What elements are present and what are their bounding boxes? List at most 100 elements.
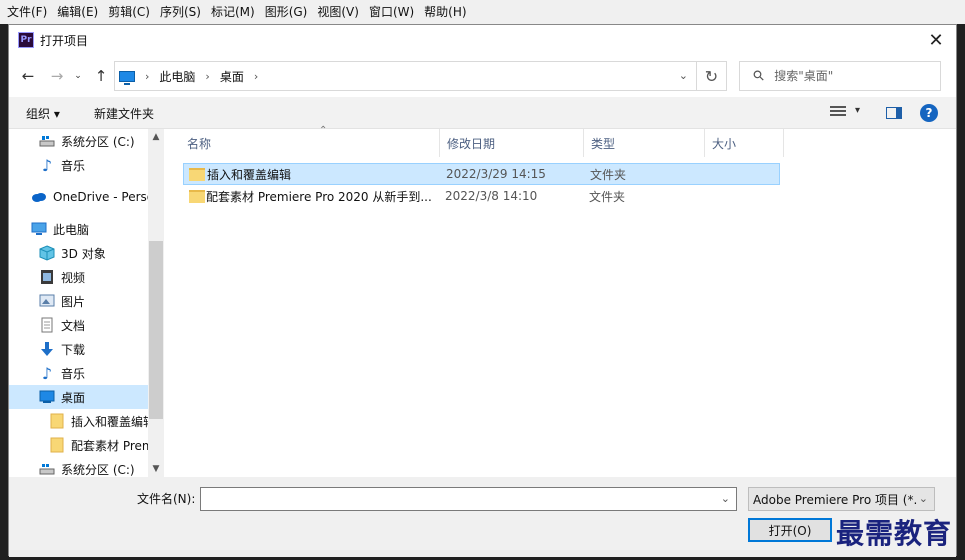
folder-icon bbox=[49, 437, 65, 453]
file-type-chevron-icon: ⌄ bbox=[918, 492, 928, 505]
address-bar[interactable]: › 此电脑 › 桌面 › ⌄ bbox=[114, 61, 697, 91]
refresh-icon[interactable]: ↻ bbox=[697, 61, 727, 91]
file-name: 配套素材 Premiere Pro 2020 从新手到... bbox=[206, 189, 432, 204]
file-list: 名称 ⌃ 修改日期 类型 大小 插入和覆盖编辑 2022/3/29 14:15 … bbox=[164, 125, 956, 477]
nav-item-videos[interactable]: 视频 bbox=[9, 265, 149, 289]
column-header-label: 名称 bbox=[187, 136, 212, 151]
dialog-title: 打开项目 bbox=[40, 33, 89, 48]
computer-icon bbox=[31, 221, 47, 237]
file-date: 2022/3/29 14:15 bbox=[446, 167, 546, 181]
menu-window[interactable]: 窗口(W) bbox=[364, 0, 419, 24]
column-header-type[interactable]: 类型 bbox=[585, 129, 705, 157]
nav-item-3d-objects[interactable]: 3D 对象 bbox=[9, 241, 149, 265]
nav-item-label: 配套素材 Premiere Pro 2020 bbox=[71, 438, 149, 453]
nav-item-label: 图片 bbox=[61, 294, 86, 309]
breadcrumb-desktop[interactable]: 桌面 bbox=[220, 68, 244, 85]
file-type: 文件夹 bbox=[589, 189, 626, 204]
nav-item-label: OneDrive - Personal bbox=[53, 190, 149, 204]
menu-marker[interactable]: 标记(M) bbox=[206, 0, 260, 24]
nav-item-label: 下载 bbox=[61, 342, 86, 357]
file-type-value: Adobe Premiere Pro 项目 (*. bbox=[753, 492, 918, 507]
nav-item-label: 文档 bbox=[61, 318, 86, 333]
open-button[interactable]: 打开(O) bbox=[748, 518, 832, 542]
file-name: 插入和覆盖编辑 bbox=[207, 167, 292, 182]
back-arrow-icon[interactable]: ← bbox=[17, 59, 39, 93]
nav-item-pictures[interactable]: 图片 bbox=[9, 289, 149, 313]
nav-item-label: 系统分区 (C:) bbox=[61, 134, 135, 149]
menu-sequence[interactable]: 序列(S) bbox=[155, 0, 206, 24]
nav-item-materials-folder[interactable]: 配套素材 Premiere Pro 2020 bbox=[9, 433, 149, 457]
nav-item-insert-overwrite-folder[interactable]: 插入和覆盖编辑 bbox=[9, 409, 149, 433]
breadcrumb-separator: › bbox=[253, 69, 259, 83]
menu-file[interactable]: 文件(F) bbox=[2, 0, 52, 24]
nav-item-downloads[interactable]: 下载 bbox=[9, 337, 149, 361]
sort-ascending-icon: ⌃ bbox=[319, 125, 328, 136]
nav-item-onedrive[interactable]: OneDrive - Personal bbox=[9, 185, 149, 209]
help-icon[interactable]: ? bbox=[920, 104, 938, 122]
nav-item-label: 此电脑 bbox=[53, 222, 90, 237]
preview-pane-icon[interactable] bbox=[886, 107, 902, 119]
menu-help[interactable]: 帮助(H) bbox=[419, 0, 471, 24]
music-icon: ♪ bbox=[41, 155, 53, 175]
document-icon bbox=[39, 317, 55, 333]
cube-icon bbox=[39, 245, 55, 261]
search-icon: ⚲ bbox=[749, 66, 769, 86]
new-folder-button[interactable]: 新建文件夹 bbox=[94, 97, 154, 129]
dialog-titlebar: Pr 打开项目 ✕ bbox=[9, 25, 956, 55]
view-options-icon[interactable] bbox=[830, 106, 846, 120]
nav-item-this-pc[interactable]: 此电脑 bbox=[9, 217, 149, 241]
column-header-date[interactable]: 修改日期 bbox=[441, 129, 584, 157]
nav-item-system-drive-c[interactable]: 系统分区 (C:) bbox=[9, 457, 149, 477]
search-input[interactable] bbox=[774, 69, 925, 83]
nav-item-label: 视频 bbox=[61, 270, 86, 285]
premiere-app-icon: Pr bbox=[18, 32, 34, 48]
scroll-down-chevron-icon[interactable]: ▼ bbox=[148, 461, 164, 477]
menu-view[interactable]: 视图(V) bbox=[312, 0, 364, 24]
nav-item-documents[interactable]: 文档 bbox=[9, 313, 149, 337]
dialog-footer: 文件名(N): ⌄ Adobe Premiere Pro 项目 (*. ⌄ 打开… bbox=[9, 477, 956, 557]
breadcrumb-this-pc[interactable]: 此电脑 bbox=[159, 68, 195, 85]
up-arrow-icon[interactable]: ↑ bbox=[90, 59, 112, 93]
menu-edit[interactable]: 编辑(E) bbox=[52, 0, 103, 24]
folder-icon bbox=[49, 413, 65, 429]
drive-icon bbox=[39, 461, 55, 477]
file-row[interactable]: 插入和覆盖编辑 2022/3/29 14:15 文件夹 bbox=[183, 163, 780, 185]
address-dropdown-chevron-icon[interactable]: ⌄ bbox=[679, 69, 688, 82]
nav-pane-scrollbar[interactable]: ▲ ▼ bbox=[148, 129, 164, 477]
desktop-icon bbox=[39, 389, 55, 405]
breadcrumb-separator: › bbox=[145, 69, 150, 83]
recent-locations-chevron-icon[interactable]: ⌄ bbox=[71, 59, 85, 93]
nav-item-label: 音乐 bbox=[61, 366, 86, 381]
download-icon bbox=[39, 341, 55, 357]
close-button[interactable]: ✕ bbox=[916, 25, 956, 55]
drive-icon bbox=[39, 133, 55, 149]
open-project-dialog: Pr 打开项目 ✕ ← → ⌄ ↑ › 此电脑 › 桌面 › ⌄ ↻ ⚲ 组织 … bbox=[8, 24, 957, 557]
organize-button[interactable]: 组织 ▾ bbox=[26, 97, 60, 129]
column-header-name[interactable]: 名称 ⌃ bbox=[181, 125, 440, 157]
scroll-up-chevron-icon[interactable]: ▲ bbox=[148, 129, 164, 145]
nav-item-music[interactable]: ♪ 音乐 bbox=[9, 361, 149, 385]
file-type: 文件夹 bbox=[590, 167, 627, 182]
column-header-size[interactable]: 大小 bbox=[706, 129, 784, 157]
folder-icon bbox=[189, 189, 205, 203]
forward-arrow-icon[interactable]: → bbox=[46, 59, 68, 93]
menu-graphics[interactable]: 图形(G) bbox=[260, 0, 313, 24]
cloud-icon bbox=[31, 189, 47, 205]
file-row[interactable]: 配套素材 Premiere Pro 2020 从新手到... 2022/3/8 … bbox=[183, 185, 780, 207]
command-bar: 组织 ▾ 新建文件夹 ▾ ? bbox=[9, 97, 956, 129]
music-icon: ♪ bbox=[41, 363, 53, 383]
nav-item-system-drive-c[interactable]: 系统分区 (C:) bbox=[9, 129, 149, 153]
picture-icon bbox=[39, 293, 55, 309]
search-box[interactable]: ⚲ bbox=[739, 61, 941, 91]
computer-icon bbox=[119, 70, 135, 85]
watermark-logo: 最需教育 bbox=[836, 517, 953, 550]
file-type-select[interactable]: Adobe Premiere Pro 项目 (*. ⌄ bbox=[748, 487, 935, 511]
nav-item-desktop[interactable]: 桌面 bbox=[9, 385, 149, 409]
menu-clip[interactable]: 剪辑(C) bbox=[103, 0, 155, 24]
view-dropdown-chevron-icon[interactable]: ▾ bbox=[855, 105, 860, 116]
scrollbar-thumb[interactable] bbox=[149, 241, 163, 419]
nav-item-music[interactable]: ♪ 音乐 bbox=[9, 153, 149, 177]
filename-dropdown-chevron-icon[interactable]: ⌄ bbox=[721, 492, 730, 505]
filename-input[interactable]: ⌄ bbox=[200, 487, 737, 511]
video-icon bbox=[39, 269, 55, 285]
